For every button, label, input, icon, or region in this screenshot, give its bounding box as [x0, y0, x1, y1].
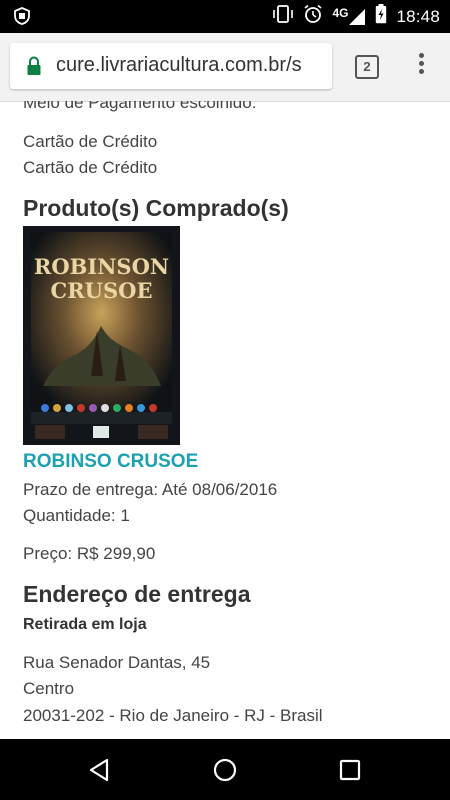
address-city: 20031-202 - Rio de Janeiro - RJ - Brasil: [23, 706, 323, 725]
network-type: 4G: [332, 5, 349, 20]
signal-icon: 4G: [332, 5, 366, 26]
overflow-menu-icon[interactable]: [414, 53, 428, 81]
alarm-icon: [303, 4, 323, 29]
navigation-bar: [0, 739, 450, 800]
address-district: Centro: [23, 679, 75, 698]
lock-icon: [26, 56, 42, 76]
payment-method-2: Cartão de Crédito: [23, 158, 158, 177]
back-icon[interactable]: [87, 757, 113, 783]
recents-icon[interactable]: [337, 757, 363, 783]
product-cover-image[interactable]: ROBINSON CRUSOE: [23, 226, 180, 445]
shield-icon: [13, 7, 31, 25]
address-bar[interactable]: cure.livrariacultura.com.br/s: [10, 43, 332, 89]
delivery-heading: Endereço de entrega: [23, 581, 251, 607]
quantity: Quantidade: 1: [23, 506, 130, 525]
delivery-deadline: Prazo de entrega: Até 08/06/2016: [23, 480, 278, 499]
products-heading: Produto(s) Comprado(s): [23, 195, 289, 221]
product-name-link[interactable]: ROBINSO CRUSOE: [23, 451, 198, 473]
address-street: Rua Senador Dantas, 45: [23, 653, 211, 672]
payment-method-1: Cartão de Crédito: [23, 132, 158, 151]
url-text[interactable]: cure.livrariacultura.com.br/s: [56, 54, 302, 77]
tab-switcher-button[interactable]: 2: [355, 55, 379, 79]
cover-title-line2: CRUSOE: [51, 278, 153, 303]
price: Preço: R$ 299,90: [23, 544, 156, 563]
browser-toolbar: cure.livrariacultura.com.br/s 2: [0, 33, 450, 102]
vibrate-icon: [272, 5, 294, 28]
clock: 18:48: [396, 6, 440, 26]
delivery-type: Retirada em loja: [23, 616, 147, 633]
battery-charging-icon: [375, 4, 387, 29]
home-icon[interactable]: [212, 757, 238, 783]
status-bar: 4G 18:48: [0, 0, 450, 33]
order-details: Meio de Pagamento escolhido: Cartão de C…: [0, 101, 450, 739]
payment-label: Meio de Pagamento escolhido:: [23, 101, 257, 112]
cover-title-line1: ROBINSON: [34, 254, 169, 279]
